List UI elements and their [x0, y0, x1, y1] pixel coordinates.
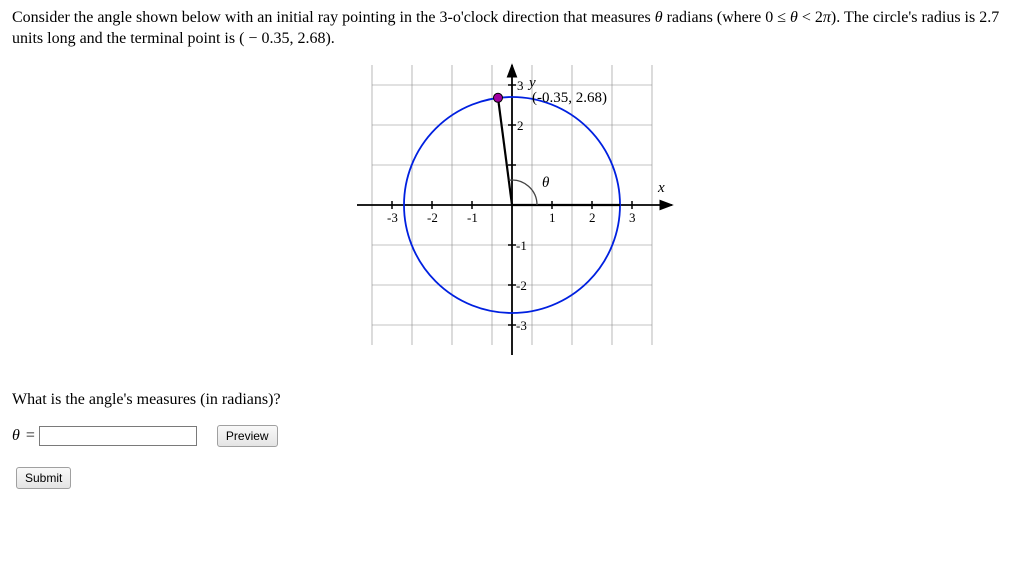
problem-statement: Consider the angle shown below with an i… — [12, 8, 1012, 50]
terminal-ray — [498, 97, 512, 204]
circle-angle-diagram: -3 -2 -1 1 2 3 3 2 -1 -2 -3 (-0.35, 2.68… — [332, 60, 692, 370]
submit-container: Submit — [12, 467, 1012, 489]
answer-row: θ = Preview — [12, 425, 1012, 447]
theta-label-graph: θ — [542, 175, 550, 191]
submit-button[interactable]: Submit — [16, 467, 71, 489]
pi-symbol: π — [823, 9, 831, 26]
answer-input[interactable] — [39, 426, 197, 446]
angle-arc — [509, 180, 537, 205]
theta-symbol: θ — [655, 9, 663, 26]
answer-equals-label: = — [26, 427, 35, 445]
y-tick-neg3: -3 — [516, 318, 527, 333]
question-text: What is the angle's measures (in radians… — [12, 391, 1012, 409]
x-tick-2: 2 — [589, 210, 596, 225]
problem-text-2: radians (where 0 ≤ — [663, 9, 790, 26]
preview-button[interactable]: Preview — [217, 425, 278, 447]
theta-symbol-2: θ — [790, 9, 798, 26]
answer-theta-label: θ — [12, 427, 20, 445]
x-tick-neg3: -3 — [387, 210, 398, 225]
terminal-point-dot — [494, 93, 503, 102]
x-tick-neg1: -1 — [467, 210, 478, 225]
problem-text-3: < 2 — [798, 9, 823, 26]
y-axis-label: y — [527, 75, 536, 91]
problem-text-1: Consider the angle shown below with an i… — [12, 9, 655, 26]
y-tick-3: 3 — [517, 78, 524, 93]
x-tick-3: 3 — [629, 210, 636, 225]
y-tick-neg2: -2 — [516, 278, 527, 293]
x-tick-1: 1 — [549, 210, 556, 225]
terminal-point-label: (-0.35, 2.68) — [532, 90, 607, 106]
x-axis-label: x — [657, 180, 665, 196]
y-tick-2: 2 — [517, 118, 524, 133]
y-tick-neg1: -1 — [516, 238, 527, 253]
x-tick-neg2: -2 — [427, 210, 438, 225]
graph-container: -3 -2 -1 1 2 3 3 2 -1 -2 -3 (-0.35, 2.68… — [12, 60, 1012, 375]
